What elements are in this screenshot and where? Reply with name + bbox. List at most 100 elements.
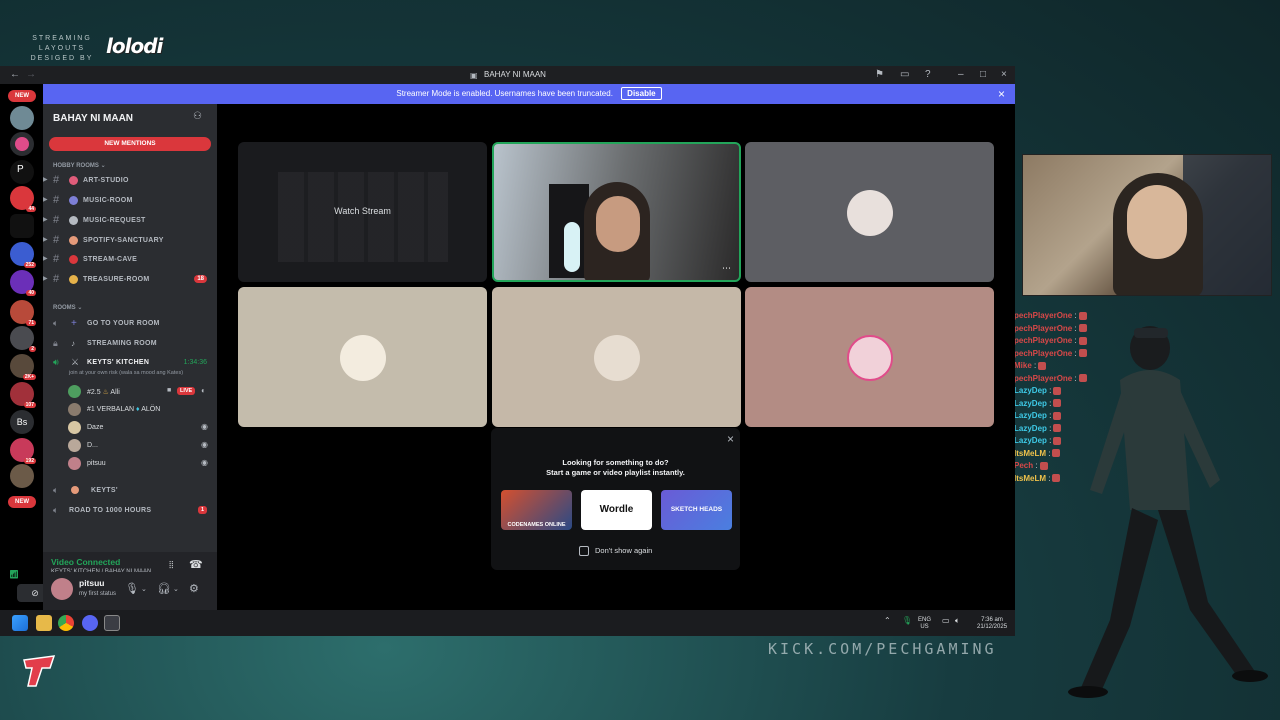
stream-tile[interactable]: Watch Stream: [238, 142, 487, 282]
clock[interactable]: 7:36 am 21/12/2025: [977, 617, 1007, 631]
deafened-icon: ◉: [201, 458, 208, 467]
chevron-down-icon[interactable]: ⌄: [141, 585, 147, 593]
emote-icon: [1053, 424, 1062, 433]
settings-taskbar-icon[interactable]: [104, 615, 120, 631]
server-icon[interactable]: [10, 106, 34, 130]
dont-show-checkbox[interactable]: [579, 546, 589, 556]
voice-road-to-1000-hours[interactable]: 🔈︎ ROAD TO 1000 HOURS 1: [43, 505, 217, 521]
server-icon[interactable]: 2K+: [10, 354, 36, 380]
codenames-card[interactable]: CODENAMES ONLINE: [501, 490, 572, 530]
channel-art-studio[interactable]: ▶ # ART-STUDIO: [43, 172, 217, 190]
more-options-icon[interactable]: ⋯: [722, 263, 731, 274]
channel-treasure-room[interactable]: ▶ # TREASURE-ROOM 18: [43, 271, 217, 289]
hash-icon: #: [53, 234, 60, 246]
language-indicator[interactable]: ENG US: [918, 617, 931, 631]
voice-member[interactable]: #1 VERBALAN ♦ ALÖN: [67, 401, 217, 419]
server-icon[interactable]: 252: [10, 242, 36, 268]
video-tile[interactable]: [745, 287, 994, 427]
new-unread-pill[interactable]: NEW: [8, 90, 36, 102]
inbox-icon[interactable]: ⚑: [875, 69, 884, 81]
voice-member[interactable]: pitsuu ◉: [67, 455, 217, 473]
monitor-icon[interactable]: ▭: [900, 69, 909, 81]
new-unread-pill[interactable]: NEW: [8, 496, 36, 508]
voice-streaming-room[interactable]: 🔒︎ ♪ STREAMING ROOM: [43, 338, 217, 354]
category-rooms[interactable]: ROOMS ⌄: [53, 304, 82, 311]
maximize-icon[interactable]: □: [980, 69, 986, 81]
microphone-icon[interactable]: 🎙︎: [125, 582, 139, 595]
server-icon[interactable]: [10, 214, 34, 238]
volume-icon[interactable]: 🔈︎: [955, 617, 960, 625]
channel-sidebar: BAHAY NI MAAN ⌄ ⚇ NEW MENTIONS HOBBY ROO…: [9, 104, 217, 610]
help-icon[interactable]: ?: [925, 69, 931, 81]
video-tile[interactable]: [238, 287, 487, 427]
voice-member[interactable]: Daze ◉: [67, 419, 217, 437]
close-icon[interactable]: ×: [998, 84, 1005, 104]
server-icon[interactable]: 40: [10, 270, 36, 296]
video-tile[interactable]: [745, 142, 994, 282]
gear-icon[interactable]: ⚙: [189, 582, 199, 595]
network-icon[interactable]: ▭: [942, 617, 950, 625]
server-icon[interactable]: [10, 464, 34, 488]
date: 21/12/2025: [977, 624, 1008, 630]
emote-icon: [1053, 386, 1062, 395]
voice-status[interactable]: Video Connected: [51, 557, 120, 567]
username[interactable]: pitsuu: [79, 578, 105, 588]
video-tile[interactable]: [492, 287, 741, 427]
emote-icon: [1039, 461, 1048, 470]
windows-start-icon[interactable]: [12, 615, 28, 631]
close-icon[interactable]: ×: [727, 432, 734, 446]
avatar: [68, 439, 81, 452]
channel-music-request[interactable]: ▶ # MUSIC-REQUEST: [43, 212, 217, 230]
wordle-card[interactable]: Wordle: [581, 490, 652, 530]
webcam-face: [1127, 185, 1187, 259]
guild-header[interactable]: BAHAY NI MAAN ⌄ ⚇: [43, 104, 217, 132]
server-icon[interactable]: [10, 132, 34, 156]
new-mentions-pill[interactable]: NEW MENTIONS: [49, 137, 211, 151]
disable-button[interactable]: Disable: [621, 87, 662, 100]
chat-colon: :: [1046, 436, 1052, 445]
watch-stream-button[interactable]: Watch Stream: [238, 206, 487, 216]
voice-member[interactable]: D... ◉: [67, 437, 217, 455]
close-window-icon[interactable]: ×: [1001, 69, 1007, 81]
back-arrow-icon[interactable]: ←: [10, 69, 20, 81]
disconnect-icon[interactable]: ☎: [189, 558, 203, 571]
chat-colon: :: [1072, 373, 1077, 383]
minimize-icon[interactable]: –: [958, 69, 964, 81]
avatar[interactable]: [51, 578, 73, 600]
noise-suppression-icon[interactable]: ⦙⦙: [169, 560, 173, 571]
server-icon[interactable]: 2: [10, 326, 36, 352]
chat-message: Mike :: [1014, 360, 1104, 373]
letter-icon: P: [17, 164, 24, 175]
channel-stream-cave[interactable]: ▶ # STREAM-CAVE: [43, 251, 217, 269]
channel-spotify-sanctuary[interactable]: ▶ # SPOTIFY-SANCTUARY: [43, 232, 217, 250]
server-icon[interactable]: 71: [10, 300, 36, 326]
forward-arrow-icon[interactable]: →: [26, 69, 36, 81]
voice-member[interactable]: #2.5 ♨ Alli ■ LIVE ◐: [67, 383, 217, 401]
video-tile-speaking[interactable]: ⋯: [492, 142, 741, 282]
sketch-heads-card[interactable]: SKETCH HEADS: [661, 490, 732, 530]
unread-badge: 252: [23, 262, 36, 268]
discord-taskbar-icon[interactable]: [82, 615, 98, 631]
voice-keyts[interactable]: 🔈︎ KEYTS': [43, 485, 217, 501]
chrome-icon[interactable]: [58, 615, 74, 631]
voice-go-to-room[interactable]: 🔈︎ + GO TO YOUR ROOM: [43, 318, 217, 334]
chevron-up-icon[interactable]: ⌃: [884, 617, 891, 625]
add-user-icon[interactable]: ⚇: [193, 111, 202, 122]
user-panel: pitsuu my first status 🎙︎ ⌄ 🎧︎ ⌄ ⚙: [43, 572, 217, 610]
expand-arrow-icon: ▶: [43, 276, 48, 282]
headphones-icon[interactable]: 🎧︎: [157, 582, 171, 595]
server-icon[interactable]: P: [10, 160, 34, 184]
server-icon[interactable]: 107: [10, 382, 36, 408]
server-icon-bs[interactable]: Bs: [10, 410, 34, 434]
chat-message: LazyDep :: [1014, 435, 1104, 448]
file-explorer-icon[interactable]: [36, 615, 52, 631]
channel-music-room[interactable]: ▶ # MUSIC-ROOM: [43, 192, 217, 210]
category-hobby-rooms[interactable]: HOBBY ROOMS ⌄: [53, 162, 106, 169]
microphone-tray-icon[interactable]: 🎙︎: [902, 617, 912, 625]
chat-message: ItsMeLM :: [1014, 473, 1104, 486]
server-icon[interactable]: 44: [10, 186, 36, 212]
checkbox-label: Don't show again: [595, 546, 653, 555]
chat-message: pechPlayerOne :: [1014, 323, 1104, 336]
server-icon[interactable]: 192: [10, 438, 36, 464]
chevron-down-icon[interactable]: ⌄: [173, 585, 179, 593]
